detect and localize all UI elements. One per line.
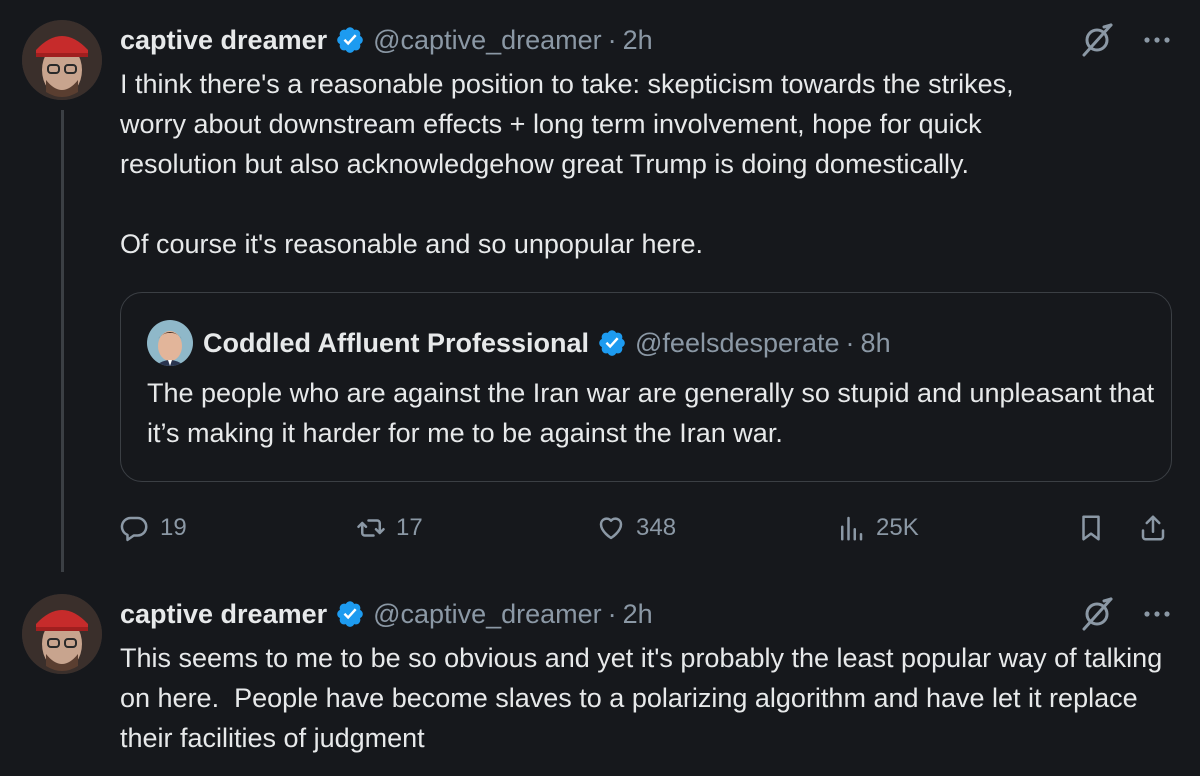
timestamp[interactable]: 2h xyxy=(623,25,653,56)
more-icon[interactable] xyxy=(1142,25,1172,55)
repost-icon xyxy=(357,519,385,537)
more-icon[interactable] xyxy=(1142,599,1172,629)
bookmark-button[interactable] xyxy=(1076,506,1116,550)
avatar[interactable] xyxy=(22,20,102,100)
like-icon xyxy=(599,517,623,540)
verified-badge-icon xyxy=(599,330,625,356)
views-count: 25K xyxy=(876,514,919,541)
tweet-text: This seems to me to be so obvious and ye… xyxy=(120,643,1170,753)
quoted-author-handle[interactable]: @feelsdesperate xyxy=(635,328,840,359)
reply-count: 19 xyxy=(160,514,187,541)
author-handle[interactable]: @captive_dreamer xyxy=(373,25,602,56)
timestamp[interactable]: 2h xyxy=(623,599,653,630)
share-icon xyxy=(1141,515,1165,541)
quoted-avatar[interactable] xyxy=(147,320,193,366)
avatar[interactable] xyxy=(22,594,102,674)
thread-line xyxy=(61,110,64,572)
repost-count: 17 xyxy=(396,514,423,541)
tweet-top-actions xyxy=(1078,594,1172,634)
views-button[interactable]: 25K xyxy=(836,506,919,550)
like-count: 348 xyxy=(636,514,677,541)
repost-button[interactable]: 17 xyxy=(356,506,423,550)
quoted-tweet-header: Coddled Affluent Professional @feelsdesp… xyxy=(147,320,891,366)
tweet-header: captive dreamer @captive_dreamer · 2h xyxy=(120,594,653,634)
reply-button[interactable]: 19 xyxy=(120,506,187,550)
quoted-tweet[interactable]: Coddled Affluent Professional @feelsdesp… xyxy=(120,292,1172,482)
grok-icon[interactable] xyxy=(1078,21,1116,59)
author-name[interactable]: captive dreamer xyxy=(120,25,327,56)
tweet-1[interactable]: captive dreamer @captive_dreamer · 2h I … xyxy=(0,0,1200,572)
like-button[interactable]: 348 xyxy=(596,506,676,550)
tweet-text: I think there's a reasonable position to… xyxy=(120,69,1014,259)
views-icon xyxy=(841,516,863,541)
quoted-author-name[interactable]: Coddled Affluent Professional xyxy=(203,328,589,359)
tweet-2[interactable]: captive dreamer @captive_dreamer · 2h Th… xyxy=(0,572,1200,776)
share-button[interactable] xyxy=(1138,506,1178,550)
tweet-header: captive dreamer @captive_dreamer · 2h xyxy=(120,20,653,60)
quoted-timestamp[interactable]: 8h xyxy=(861,328,891,359)
author-handle[interactable]: @captive_dreamer xyxy=(373,599,602,630)
bookmark-icon xyxy=(1082,515,1100,541)
separator: · xyxy=(845,327,855,358)
separator: · xyxy=(607,24,617,55)
grok-icon[interactable] xyxy=(1078,595,1116,633)
tweet-top-actions xyxy=(1078,20,1172,60)
verified-badge-icon xyxy=(337,601,363,627)
separator: · xyxy=(607,598,617,629)
tweet-actions: 19 17 348 25K xyxy=(120,506,1180,550)
reply-icon xyxy=(120,516,148,542)
verified-badge-icon xyxy=(337,27,363,53)
quoted-tweet-text: The people who are against the Iran war … xyxy=(147,378,1155,448)
author-name[interactable]: captive dreamer xyxy=(120,599,327,630)
